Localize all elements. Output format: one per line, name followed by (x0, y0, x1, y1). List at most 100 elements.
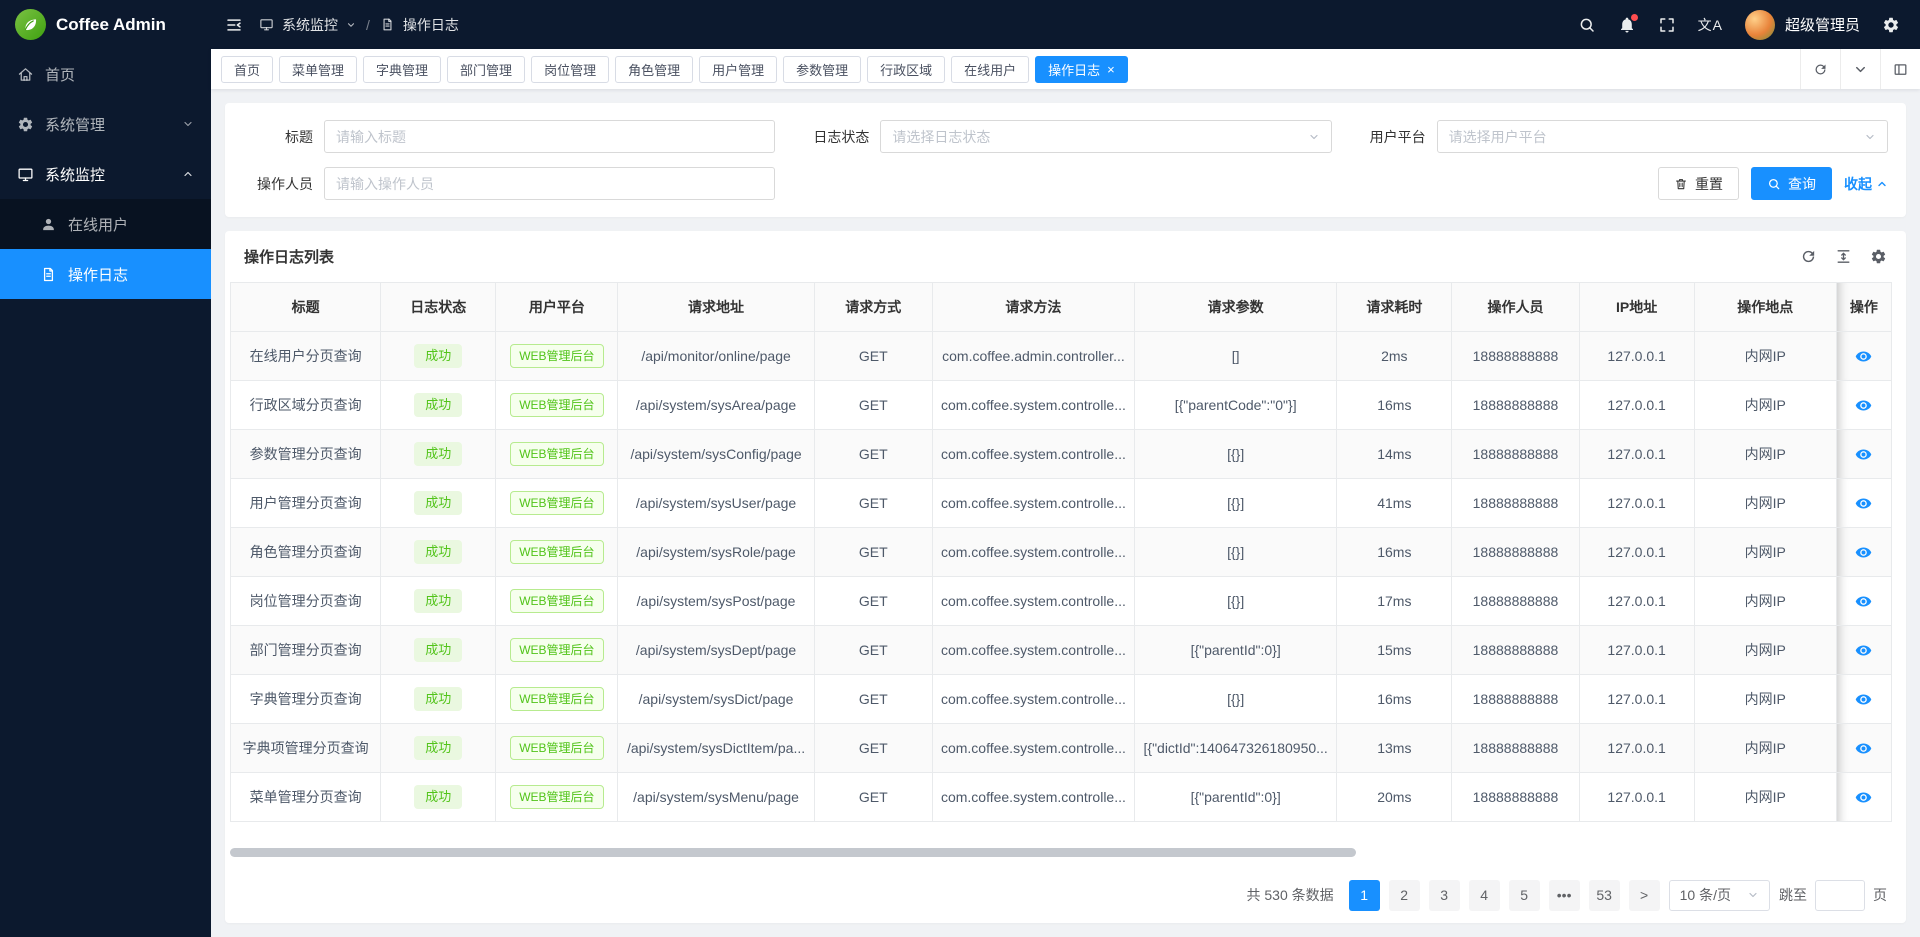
view-detail-eye-icon[interactable] (1855, 593, 1872, 610)
cell-duration: 20ms (1377, 789, 1411, 805)
tab[interactable]: 参数管理 × (783, 56, 861, 83)
chevron-down-icon[interactable] (1840, 49, 1880, 89)
cell-request-url: /api/system/sysMenu/page (633, 789, 799, 805)
view-detail-eye-icon[interactable] (1855, 789, 1872, 806)
tab-label: 部门管理 (460, 60, 512, 79)
settings-gear-icon[interactable] (1882, 16, 1900, 34)
cell-duration: 41ms (1377, 495, 1411, 511)
tab[interactable]: 部门管理 × (447, 56, 525, 83)
page-button[interactable]: 5 (1509, 880, 1540, 911)
cell-operator: 18888888888 (1473, 691, 1559, 707)
cell-request-method: GET (859, 397, 888, 413)
view-detail-eye-icon[interactable] (1855, 740, 1872, 757)
view-detail-eye-icon[interactable] (1855, 397, 1872, 414)
collapse-toggle[interactable]: 收起 (1844, 174, 1888, 194)
refresh-icon[interactable] (1800, 248, 1817, 265)
tab[interactable]: 行政区域 × (867, 56, 945, 83)
status-badge: 成功 (414, 736, 462, 760)
table-row: 部门管理分页查询 成功 WEB管理后台 /api/system/sysDept/… (231, 626, 1892, 675)
tab[interactable]: 用户管理 × (699, 56, 777, 83)
reset-button[interactable]: 重置 (1658, 167, 1739, 200)
translate-icon[interactable]: 文A (1698, 15, 1723, 35)
app-title: Coffee Admin (56, 15, 166, 35)
search-icon[interactable] (1578, 16, 1596, 34)
page-button[interactable]: ••• (1549, 880, 1580, 911)
page-button[interactable]: 1 (1349, 880, 1380, 911)
sidebar-item-system-management[interactable]: 系统管理 (0, 99, 211, 149)
logo-leaf-icon (15, 9, 46, 40)
sidebar-item-label: 系统管理 (45, 114, 105, 135)
page-button[interactable]: 2 (1389, 880, 1420, 911)
sidebar-item-operation-log[interactable]: 操作日志 (0, 249, 211, 299)
view-detail-eye-icon[interactable] (1855, 495, 1872, 512)
menu-fold-icon[interactable] (225, 16, 243, 34)
tab[interactable]: 角色管理 × (615, 56, 693, 83)
cell-request-method: GET (859, 789, 888, 805)
page-button[interactable]: 53 (1589, 880, 1620, 911)
cell-request-method: GET (859, 593, 888, 609)
page-button[interactable]: 4 (1469, 880, 1500, 911)
tab[interactable]: 字典管理 × (363, 56, 441, 83)
tab[interactable]: 首页 × (221, 56, 273, 83)
view-detail-eye-icon[interactable] (1855, 642, 1872, 659)
breadcrumb: 系统监控 / 操作日志 (259, 15, 459, 35)
platform-badge: WEB管理后台 (510, 736, 603, 760)
view-detail-eye-icon[interactable] (1855, 691, 1872, 708)
layout-icon[interactable] (1880, 49, 1920, 89)
platform-badge: WEB管理后台 (510, 393, 603, 417)
cell-title: 角色管理分页查询 (250, 544, 362, 560)
cell-request-params: [{}] (1227, 691, 1244, 707)
status-badge: 成功 (414, 393, 462, 417)
cell-location: 内网IP (1745, 642, 1786, 658)
bell-icon[interactable] (1618, 16, 1636, 34)
column-header: 操作地点 (1694, 283, 1836, 332)
app-root: Coffee Admin 首页 系统管理 (0, 0, 1920, 937)
page-button[interactable]: 3 (1429, 880, 1460, 911)
status-badge: 成功 (414, 589, 462, 613)
jump-page-input[interactable] (1815, 880, 1865, 911)
next-page-button[interactable]: > (1629, 880, 1660, 911)
tab[interactable]: 菜单管理 × (279, 56, 357, 83)
cell-title: 字典管理分页查询 (250, 691, 362, 707)
user-icon (40, 216, 57, 233)
page-buttons: 12345 ••• 53 (1349, 880, 1620, 911)
sidebar-item-home[interactable]: 首页 (0, 49, 211, 99)
tab[interactable]: 在线用户 × (951, 56, 1029, 83)
username[interactable]: 超级管理员 (1785, 14, 1860, 35)
log-list-panel: 操作日志列表 (225, 231, 1906, 923)
user-platform-select[interactable]: 请选择用户平台 (1437, 120, 1888, 153)
title-input[interactable] (336, 129, 763, 145)
sidebar-item-system-monitor[interactable]: 系统监控 (0, 149, 211, 199)
log-status-label: 日志状态 (799, 127, 869, 147)
chevron-down-icon (1864, 131, 1876, 143)
avatar[interactable] (1745, 10, 1775, 40)
view-detail-eye-icon[interactable] (1855, 544, 1872, 561)
cell-request-function: com.coffee.system.controlle... (941, 446, 1126, 462)
monitor-icon (17, 166, 34, 183)
tab[interactable]: 岗位管理 × (531, 56, 609, 83)
view-detail-eye-icon[interactable] (1855, 446, 1872, 463)
app-logo[interactable]: Coffee Admin (0, 0, 211, 49)
page-size-select[interactable]: 10 条/页 (1669, 880, 1770, 911)
tab-close-icon[interactable]: × (1107, 63, 1115, 76)
density-icon[interactable] (1835, 248, 1852, 265)
cell-request-function: com.coffee.system.controlle... (941, 642, 1126, 658)
column-header: 请求方式 (814, 283, 932, 332)
breadcrumb-item-system-monitor[interactable]: 系统监控 (282, 15, 338, 35)
column-settings-gear-icon[interactable] (1870, 248, 1887, 265)
refresh-icon[interactable] (1800, 49, 1840, 89)
platform-badge: WEB管理后台 (510, 687, 603, 711)
horizontal-scrollbar[interactable] (230, 848, 1356, 857)
operator-input[interactable] (336, 176, 763, 192)
cell-location: 内网IP (1745, 397, 1786, 413)
cell-request-method: GET (859, 740, 888, 756)
tab[interactable]: 操作日志 × (1035, 56, 1128, 83)
search-button[interactable]: 查询 (1751, 167, 1832, 200)
fullscreen-icon[interactable] (1658, 16, 1676, 34)
cell-request-params: [{}] (1227, 544, 1244, 560)
tab-label: 首页 (234, 60, 260, 79)
platform-badge: WEB管理后台 (510, 638, 603, 662)
sidebar-item-online-users[interactable]: 在线用户 (0, 199, 211, 249)
log-status-select[interactable]: 请选择日志状态 (880, 120, 1331, 153)
view-detail-eye-icon[interactable] (1855, 348, 1872, 365)
